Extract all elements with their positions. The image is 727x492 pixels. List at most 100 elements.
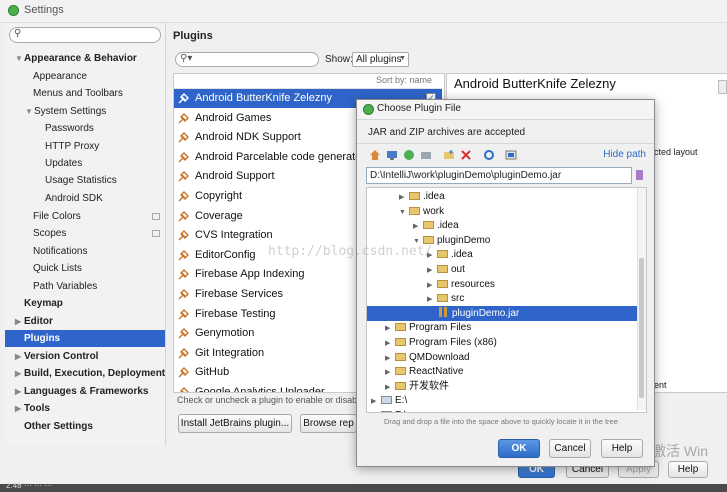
- tree-item-label: work: [423, 205, 445, 217]
- sidebar-item-label: Keymap: [24, 298, 63, 309]
- sidebar-item-android-sdk[interactable]: Android SDK: [45, 190, 103, 207]
- tree-folder-item[interactable]: ▶ .idea: [427, 247, 473, 262]
- sidebar-item-languages-frameworks[interactable]: ▶ Languages & Frameworks: [15, 383, 148, 400]
- show-filter-value: All plugins: [356, 54, 402, 65]
- sidebar-item-plugins[interactable]: Plugins: [5, 330, 165, 347]
- folder-icon: [395, 323, 406, 332]
- settings-help-button[interactable]: Help: [668, 461, 708, 478]
- sidebar-item-build-execution-deployment[interactable]: ▶ Build, Execution, Deployment: [15, 365, 165, 382]
- tree-folder-item[interactable]: ▼ work: [399, 204, 444, 219]
- sidebar-item-file-colors[interactable]: File Colors: [33, 208, 81, 225]
- sidebar-item-appearance-behavior[interactable]: ▼Appearance & Behavior: [15, 50, 137, 67]
- detail-scroll-thumb[interactable]: [718, 80, 727, 94]
- tree-folder-item[interactable]: ▶ out: [427, 262, 465, 277]
- plugin-icon: [178, 132, 189, 143]
- sidebar-item-label: Usage Statistics: [45, 175, 117, 186]
- tree-folder-item[interactable]: ▶ src: [427, 291, 464, 306]
- file-tree-scrollbar[interactable]: [637, 188, 646, 410]
- sidebar-item-path-variables[interactable]: Path Variables: [33, 278, 97, 295]
- folder-icon: [409, 206, 420, 215]
- expanded-arrow-icon[interactable]: ▼: [25, 103, 34, 120]
- tree-item-label: .idea: [451, 249, 473, 261]
- file-tree-scroll-thumb[interactable]: [639, 258, 644, 398]
- dialog-ok-button[interactable]: OK: [498, 439, 540, 458]
- plugin-hint-text: Check or uncheck a plugin to enable or d…: [177, 395, 357, 405]
- collapsed-arrow-icon[interactable]: ▶: [371, 409, 381, 412]
- dialog-cancel-button[interactable]: Cancel: [549, 439, 591, 458]
- sidebar-item-label: Appearance: [33, 71, 87, 82]
- expanded-arrow-icon[interactable]: ▼: [15, 50, 24, 67]
- sidebar-item-keymap[interactable]: Keymap: [15, 295, 63, 312]
- home-icon[interactable]: [369, 149, 381, 161]
- sidebar-item-menus-and-toolbars[interactable]: Menus and Toolbars: [33, 85, 123, 102]
- tree-folder-item[interactable]: ▶ resources: [427, 277, 495, 292]
- sidebar-item-appearance[interactable]: Appearance: [33, 68, 87, 85]
- refresh-icon[interactable]: [483, 149, 495, 161]
- module-icon[interactable]: [420, 149, 432, 161]
- status-bar: 2.48 ··· ··· ···: [0, 481, 727, 492]
- plugin-name: Firebase Testing: [195, 307, 276, 320]
- tree-item-label: F:\: [395, 410, 407, 412]
- collapsed-arrow-icon[interactable]: ▶: [15, 383, 24, 400]
- tree-folder-item[interactable]: ▶ ReactNative: [385, 364, 463, 379]
- show-filter-select[interactable]: All plugins ▼: [352, 52, 409, 67]
- sidebar-item-updates[interactable]: Updates: [45, 155, 82, 172]
- tree-folder-item[interactable]: ▶ .idea: [413, 218, 459, 233]
- collapsed-arrow-icon[interactable]: ▶: [15, 313, 24, 330]
- tree-folder-item[interactable]: ▶ F:\: [371, 408, 407, 412]
- sort-by-label[interactable]: Sort by: name: [376, 75, 432, 85]
- sidebar-item-label: Build, Execution, Deployment: [24, 368, 166, 379]
- project-icon[interactable]: [403, 149, 415, 161]
- sidebar-item-label: Quick Lists: [33, 263, 82, 274]
- tree-file-item[interactable]: pluginDemo.jar: [367, 305, 637, 321]
- collapsed-arrow-icon[interactable]: ▶: [15, 348, 24, 365]
- dialog-help-button[interactable]: Help: [601, 439, 643, 458]
- tree-item-label: .idea: [437, 220, 459, 232]
- tree-item-label: .idea: [423, 191, 445, 202]
- sidebar-item-usage-statistics[interactable]: Usage Statistics: [45, 172, 117, 189]
- tree-folder-item[interactable]: ▶ E:\: [371, 393, 407, 408]
- sidebar-item-passwords[interactable]: Passwords: [45, 120, 94, 137]
- plugin-search-input[interactable]: ⚲▾: [175, 52, 319, 67]
- sidebar-item-http-proxy[interactable]: HTTP Proxy: [45, 138, 99, 155]
- collapsed-arrow-icon[interactable]: ▶: [15, 400, 24, 417]
- sidebar-item-editor[interactable]: ▶ Editor: [15, 313, 53, 330]
- expanded-arrow-icon[interactable]: ▼: [399, 205, 409, 220]
- sidebar-search-input[interactable]: ⚲: [9, 27, 161, 43]
- chevron-down-icon: ▼: [399, 55, 406, 62]
- path-field[interactable]: D:\IntelliJ\work\pluginDemo\pluginDemo.j…: [366, 167, 632, 184]
- tree-folder-item[interactable]: ▶ Program Files: [385, 320, 471, 335]
- plugin-name: EditorConfig: [195, 248, 256, 261]
- hide-path-link[interactable]: Hide path: [603, 149, 646, 160]
- tree-folder-item[interactable]: ▶ 开发软件: [385, 379, 449, 394]
- sidebar-item-other-settings[interactable]: Other Settings: [15, 418, 93, 435]
- plugin-name: Google Analytics Uploader: [195, 386, 325, 393]
- show-hidden-files-icon[interactable]: [505, 149, 517, 161]
- tree-folder-item[interactable]: ▶ Program Files (x86): [385, 335, 497, 350]
- plugin-detail-description-fragment: cted layout: [654, 147, 698, 157]
- tree-item-label: src: [451, 293, 465, 305]
- sidebar-item-system-settings[interactable]: ▼System Settings: [25, 103, 106, 120]
- sidebar-item-notifications[interactable]: Notifications: [33, 243, 87, 260]
- browse-repositories-button[interactable]: Browse rep: [300, 414, 357, 433]
- delete-icon[interactable]: [460, 149, 472, 161]
- android-studio-logo-icon: [363, 104, 374, 115]
- tree-folder-item[interactable]: ▶ .idea: [399, 189, 445, 204]
- folder-icon: [437, 250, 448, 259]
- tree-folder-item[interactable]: ▶ QMDownload: [385, 350, 470, 365]
- install-jetbrains-plugin-button[interactable]: Install JetBrains plugin...: [178, 414, 292, 433]
- desktop-icon[interactable]: [386, 149, 398, 161]
- sidebar-item-label: Path Variables: [33, 281, 98, 292]
- tree-item-label: QMDownload: [409, 351, 470, 363]
- plugin-icon: [178, 328, 189, 339]
- sidebar-item-version-control[interactable]: ▶ Version Control: [15, 348, 98, 365]
- path-history-icon[interactable]: [634, 167, 645, 184]
- folder-icon: [409, 192, 420, 200]
- new-folder-icon[interactable]: [443, 149, 455, 161]
- plugin-name: Android NDK Support: [195, 131, 301, 144]
- sidebar-item-quick-lists[interactable]: Quick Lists: [33, 260, 82, 277]
- sidebar-item-tools[interactable]: ▶ Tools: [15, 400, 50, 417]
- plugin-name: Genymotion: [195, 327, 255, 340]
- sidebar-item-scopes[interactable]: Scopes: [33, 225, 66, 242]
- collapsed-arrow-icon[interactable]: ▶: [15, 365, 24, 382]
